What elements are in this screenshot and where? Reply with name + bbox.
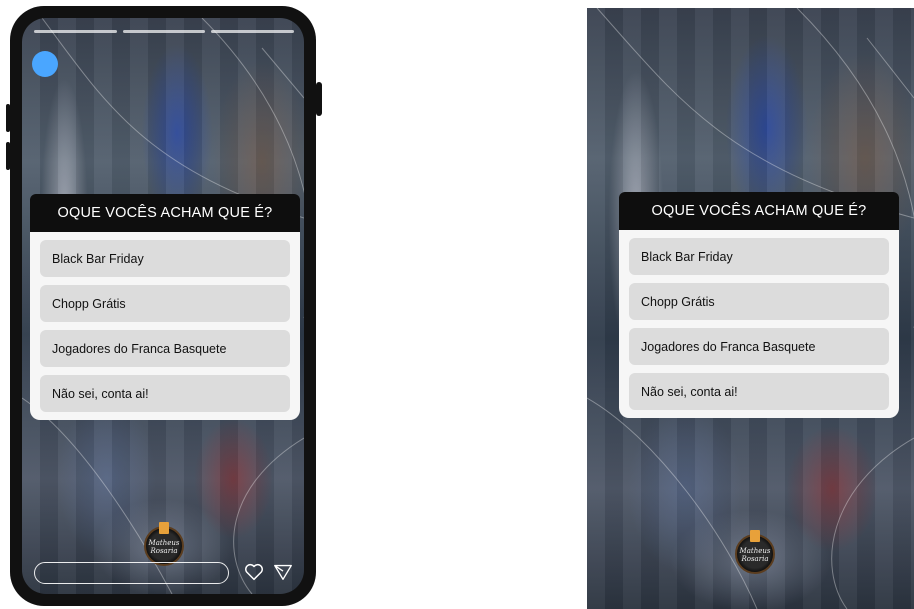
- poll-question: OQUE VOCÊS ACHAM QUE É?: [619, 192, 899, 230]
- poll-option[interactable]: Jogadores do Franca Basquete: [40, 330, 290, 367]
- beer-glass-icon: [159, 522, 169, 534]
- reply-input[interactable]: [34, 562, 229, 584]
- poll-option[interactable]: Black Bar Friday: [629, 238, 889, 275]
- heart-icon[interactable]: [243, 561, 265, 583]
- avatar[interactable]: [32, 51, 58, 77]
- svg-text:Rosaria: Rosaria: [740, 555, 768, 563]
- poll-option[interactable]: Chopp Grátis: [40, 285, 290, 322]
- poll-card: OQUE VOCÊS ACHAM QUE É? Black Bar Friday…: [619, 192, 899, 418]
- svg-text:Matheus: Matheus: [739, 547, 771, 555]
- progress-segment: [122, 30, 206, 33]
- poll-option[interactable]: Não sei, conta ai!: [629, 373, 889, 410]
- svg-text:Matheus: Matheus: [148, 539, 180, 547]
- poll-option[interactable]: Chopp Grátis: [629, 283, 889, 320]
- poll-options: Black Bar Friday Chopp Grátis Jogadores …: [619, 230, 899, 418]
- phone-side-button-right: [316, 82, 322, 116]
- poll-question: OQUE VOCÊS ACHAM QUE É?: [30, 194, 300, 232]
- progress-segment: [211, 30, 295, 33]
- brand-logo: Matheus Rosaria: [144, 522, 184, 566]
- poll-options: Black Bar Friday Chopp Grátis Jogadores …: [30, 232, 300, 420]
- beer-glass-icon: [750, 530, 760, 542]
- poll-option[interactable]: Jogadores do Franca Basquete: [629, 328, 889, 365]
- poll-option[interactable]: Não sei, conta ai!: [40, 375, 290, 412]
- phone-mockup: OQUE VOCÊS ACHAM QUE É? Black Bar Friday…: [6, 6, 322, 606]
- phone-side-button-left-bottom: [6, 142, 10, 170]
- story-progress-bar: [34, 30, 295, 33]
- poll-card: OQUE VOCÊS ACHAM QUE É? Black Bar Friday…: [30, 194, 300, 420]
- progress-segment: [34, 30, 117, 33]
- svg-text:Rosaria: Rosaria: [149, 547, 177, 555]
- story-preview: OQUE VOCÊS ACHAM QUE É? Black Bar Friday…: [587, 8, 914, 609]
- send-icon[interactable]: [272, 561, 294, 583]
- logo-text: Matheus Rosaria: [739, 547, 771, 563]
- poll-option[interactable]: Black Bar Friday: [40, 240, 290, 277]
- logo-text: Matheus Rosaria: [148, 539, 180, 555]
- phone-side-button-left-top: [6, 104, 10, 132]
- brand-logo: Matheus Rosaria: [735, 530, 775, 574]
